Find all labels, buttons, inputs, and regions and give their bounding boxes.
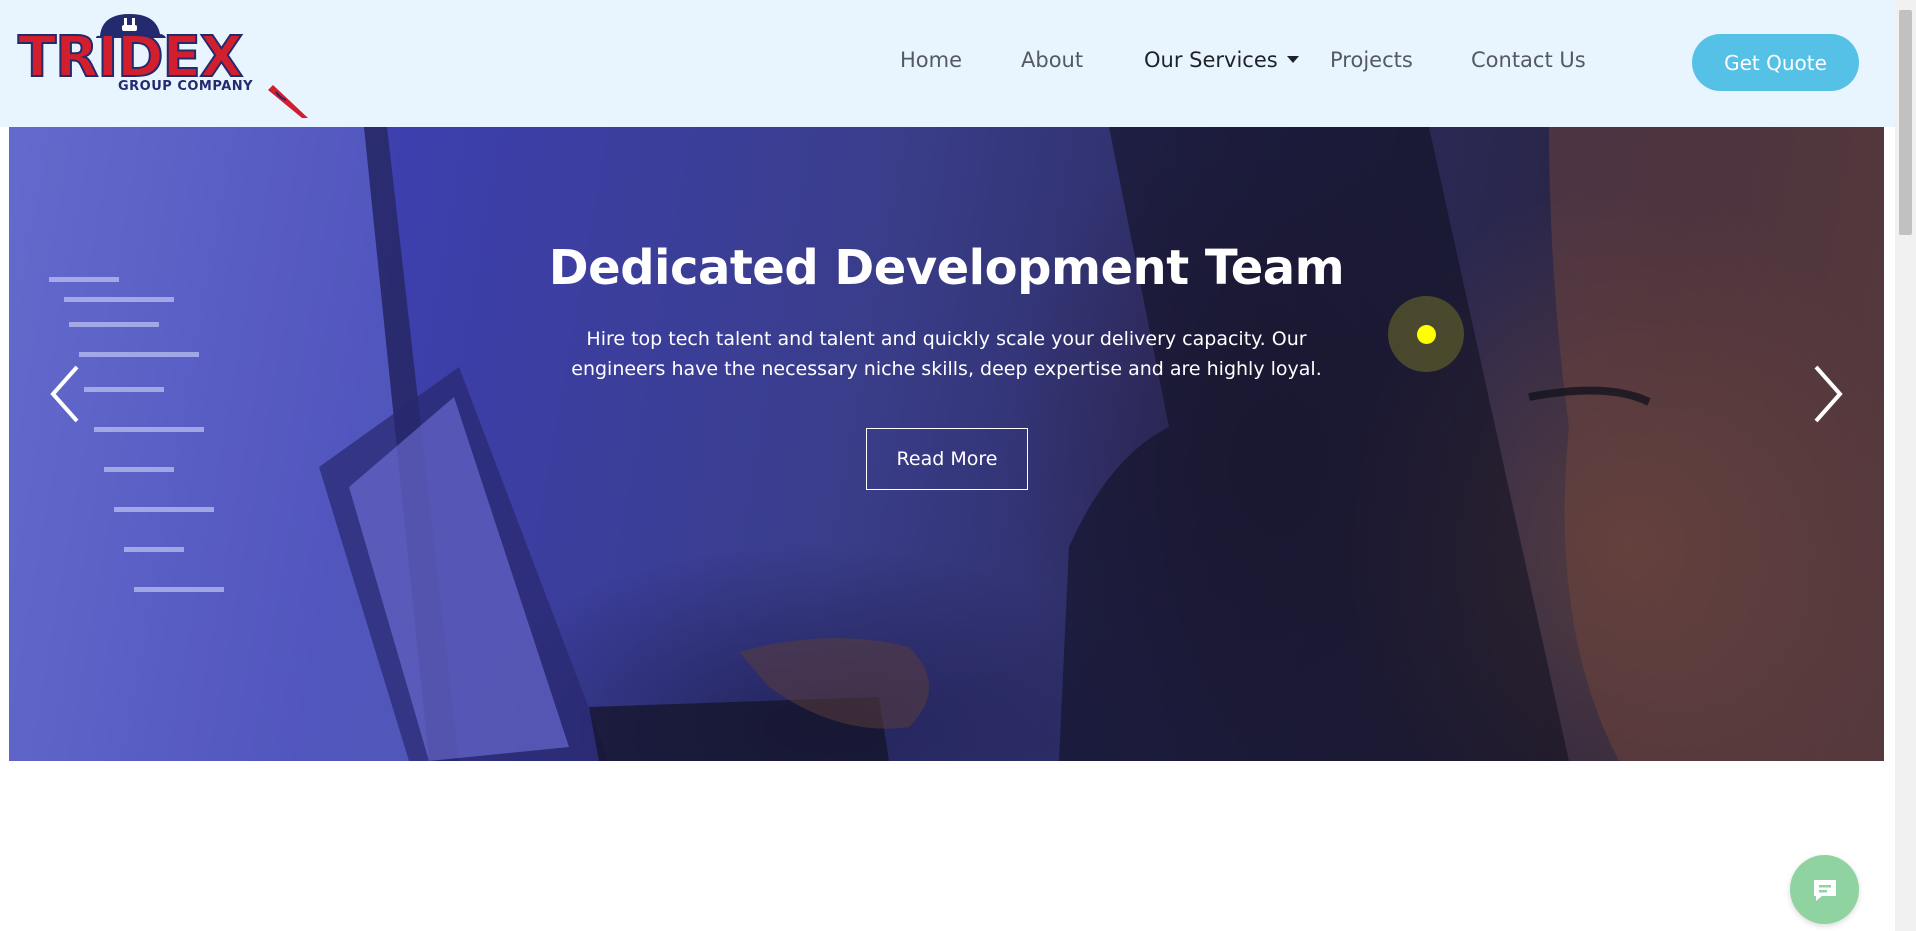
- caret-down-icon: [1286, 55, 1299, 63]
- chevron-left-icon[interactable]: [47, 359, 87, 429]
- chevron-right-icon[interactable]: [1806, 359, 1846, 429]
- nav-item-about[interactable]: About: [1021, 48, 1083, 72]
- get-quote-button[interactable]: Get Quote: [1692, 34, 1859, 91]
- page-scrollbar[interactable]: [1895, 0, 1916, 931]
- page: TRIDEX GROUP COMPANY Home About Our Serv…: [0, 0, 1916, 931]
- nav-item-projects[interactable]: Projects: [1330, 48, 1413, 72]
- hero-slider: Dedicated Development Team Hire top tech…: [9, 127, 1884, 761]
- site-header: TRIDEX GROUP COMPANY Home About Our Serv…: [0, 0, 1895, 127]
- nav-item-our-services-label: Our Services: [1144, 48, 1278, 72]
- read-more-button[interactable]: Read More: [866, 428, 1028, 490]
- cursor-indicator: [1388, 296, 1464, 372]
- scrollbar-thumb[interactable]: [1899, 10, 1912, 235]
- nav-item-our-services[interactable]: Our Services: [1144, 48, 1299, 72]
- chat-button[interactable]: [1790, 855, 1859, 924]
- chat-icon: [1813, 879, 1836, 901]
- nav-item-contact-us[interactable]: Contact Us: [1471, 48, 1586, 72]
- hero-title: Dedicated Development Team: [548, 240, 1345, 296]
- hero-description: Hire top tech talent and talent and quic…: [571, 328, 1322, 380]
- main-nav: Home About Our Services Projects Contact…: [0, 0, 1895, 124]
- nav-item-home[interactable]: Home: [900, 48, 962, 72]
